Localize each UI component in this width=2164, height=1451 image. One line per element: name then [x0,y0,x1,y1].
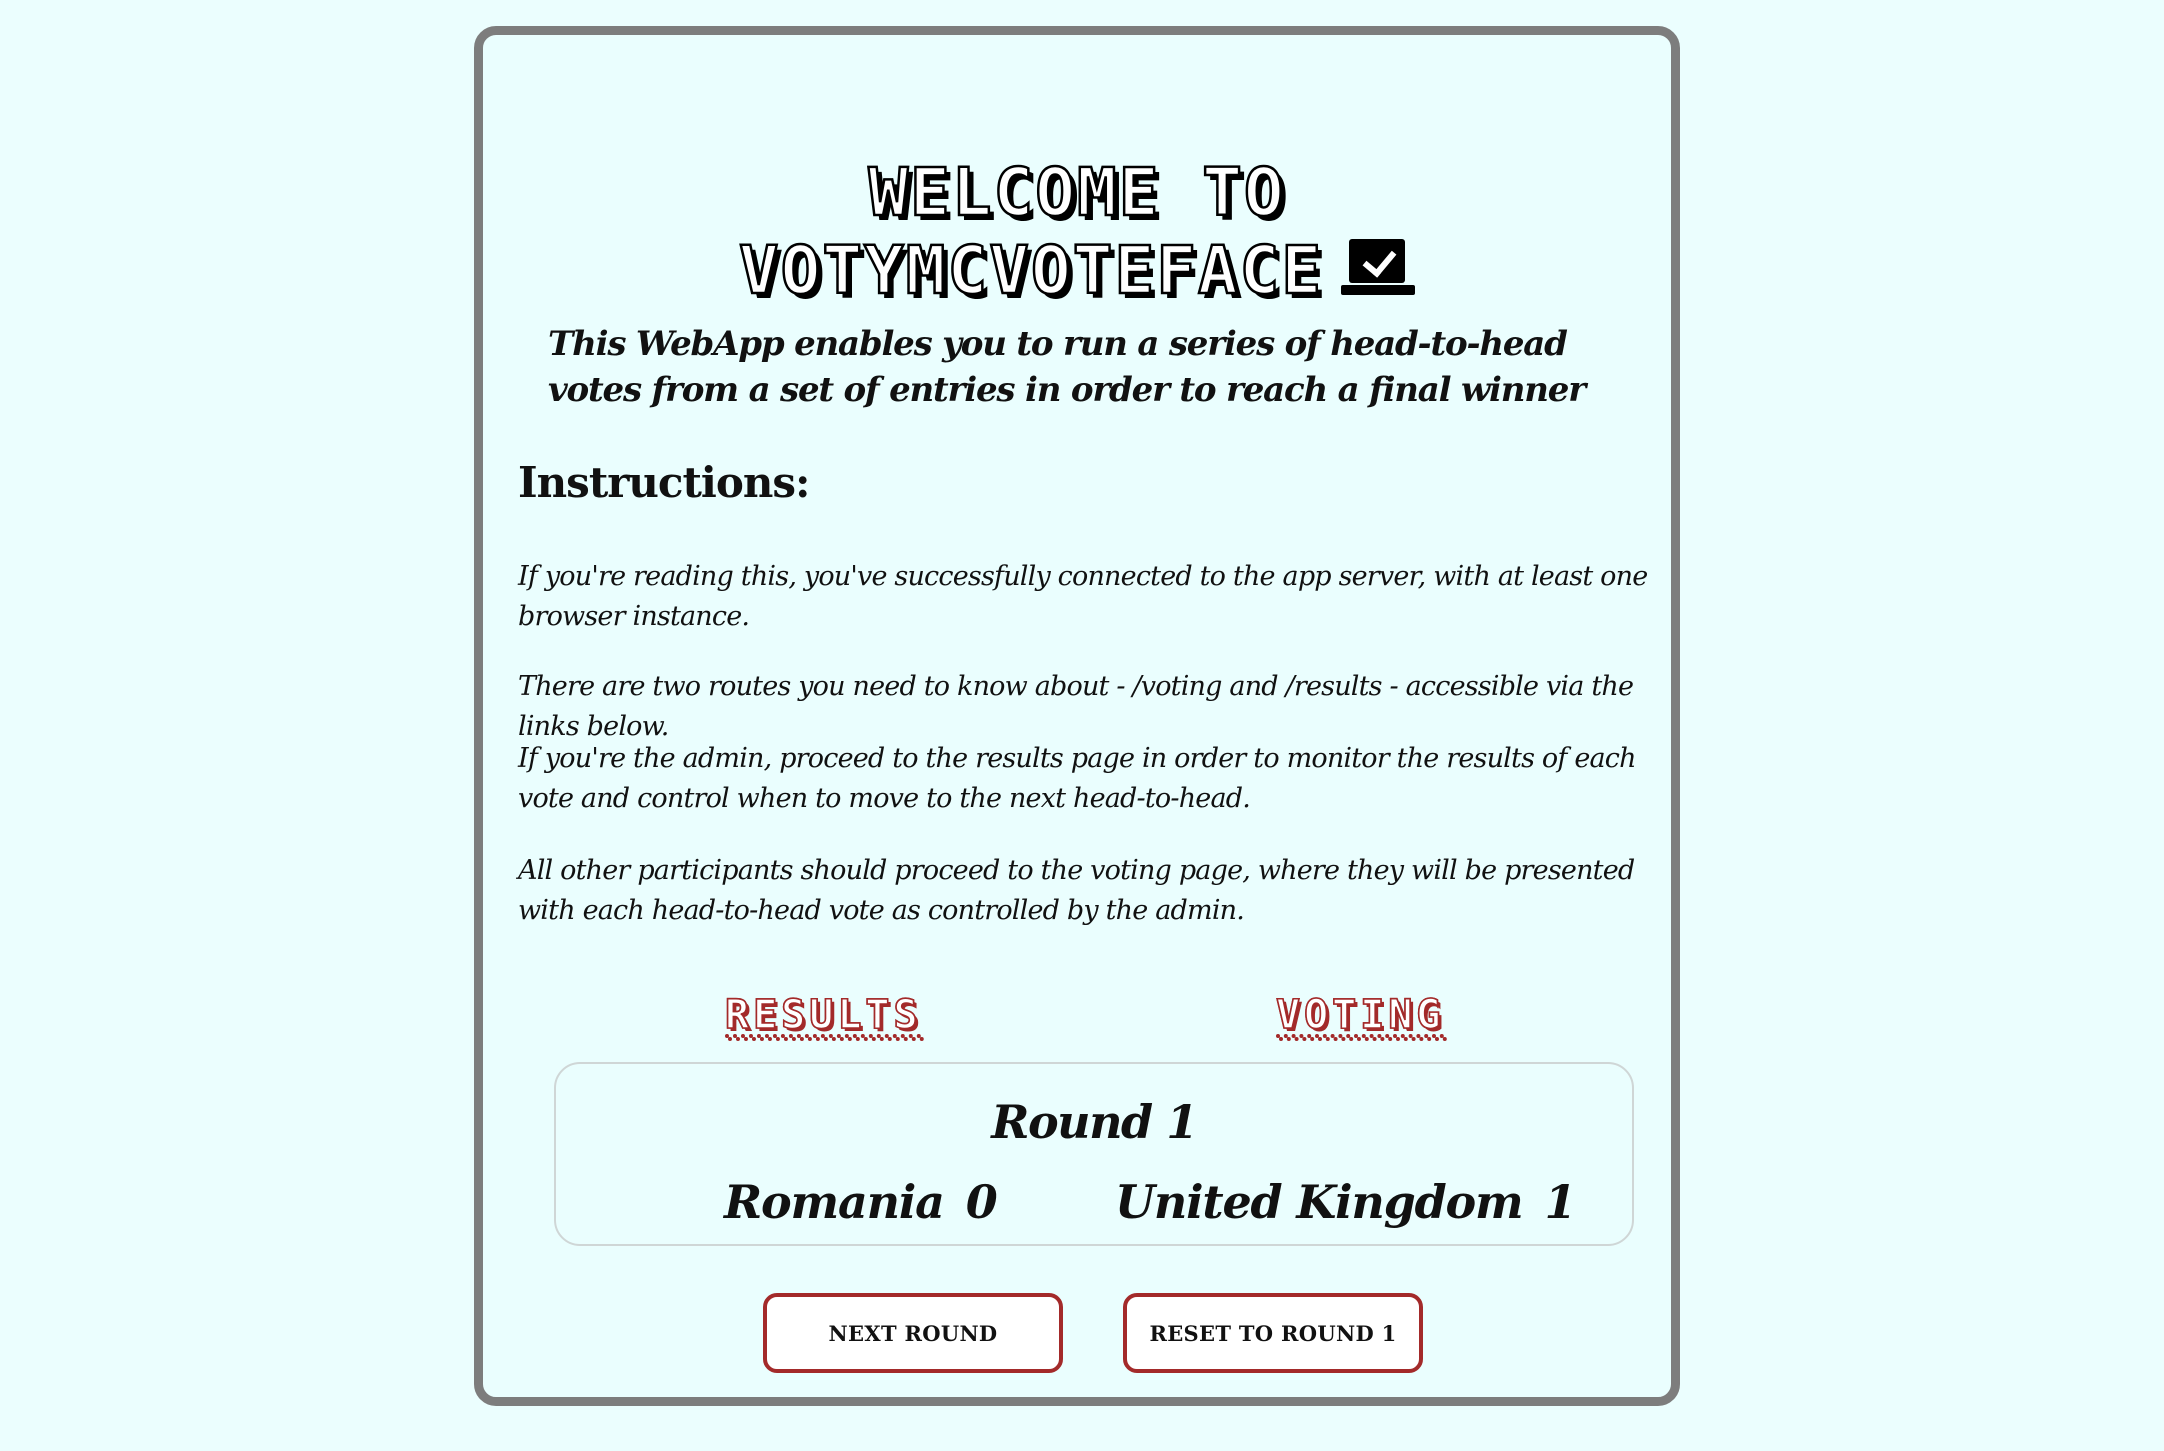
next-round-button[interactable]: Next Round [763,1293,1063,1373]
results-link[interactable]: Results [724,990,922,1040]
title-app-name: VotyMcVoteface [738,231,1324,311]
entry-vote-count: 1 [1544,1175,1577,1229]
ballot-box-with-check-icon [1341,239,1416,296]
title-line-2: VotyMcVoteface [483,231,1671,311]
instructions-paragraph-2: There are two routes you need to know ab… [518,671,1634,742]
instructions-paragraph-1: If you're reading this, you've successfu… [518,561,1648,632]
voting-link[interactable]: Voting [1275,990,1445,1040]
intro-subtitle: This WebApp enables you to run a series … [548,324,1586,410]
instructions-paragraph-3: If you're the admin, proceed to the resu… [518,743,1637,814]
entry-united-kingdom: United Kingdom 1 [1115,1174,1577,1230]
entry-name: Romania [724,1175,945,1229]
page-title: Welcome to VotyMcVoteface [483,153,1671,311]
reset-round-button[interactable]: Reset to Round 1 [1123,1293,1423,1373]
entry-name: United Kingdom [1115,1175,1524,1229]
round-panel: Round 1 Romania 0 United Kingdom 1 [554,1062,1634,1246]
title-line-1: Welcome to [867,153,1286,233]
instructions-paragraph-4: All other participants should proceed to… [518,855,1635,926]
round-title: Round 1 [991,1095,1198,1149]
entry-vote-count: 0 [965,1175,998,1229]
entry-romania: Romania 0 [724,1174,998,1230]
instructions-heading: Instructions: [518,458,811,507]
main-card: Welcome to VotyMcVoteface This WebApp en… [474,26,1680,1406]
